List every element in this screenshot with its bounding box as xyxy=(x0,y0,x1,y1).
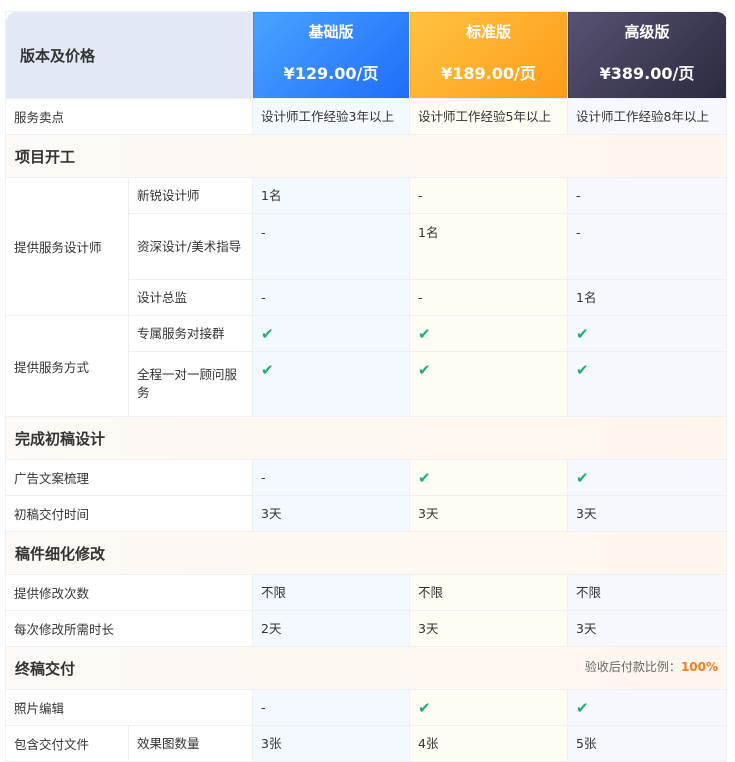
files-group-label: 包含交付文件 xyxy=(5,725,129,762)
row-label: 提供修改次数 xyxy=(4,574,254,611)
cell-standard: 3天 xyxy=(409,610,569,647)
section-final-delivery: 终稿交付 验收后付款比例：100% xyxy=(4,646,728,690)
row-sub-label: 设计总监 xyxy=(127,279,254,316)
cell-basic: - xyxy=(252,213,411,280)
cell-basic: 3张 xyxy=(252,725,411,762)
check-icon: ✔ xyxy=(409,689,569,726)
cell-advanced: 不限 xyxy=(567,574,728,611)
selling-point-standard: 设计师工作经验5年以上 xyxy=(409,98,569,135)
cell-advanced: 3天 xyxy=(567,495,728,532)
plan-advanced-header[interactable]: 高级版 ¥389.00/页 xyxy=(567,11,728,99)
selling-point-row: 服务卖点 设计师工作经验3年以上 设计师工作经验5年以上 设计师工作经验8年以上 xyxy=(4,98,728,135)
cell-advanced: - xyxy=(567,213,728,280)
cell-basic: 1名 xyxy=(252,177,411,214)
section-final-cell: 终稿交付 验收后付款比例：100% xyxy=(4,646,728,690)
row-label: 初稿交付时间 xyxy=(4,495,254,532)
cell-standard: - xyxy=(409,177,569,214)
version-price-label: 版本及价格 xyxy=(4,11,254,99)
row-sub-label: 新锐设计师 xyxy=(127,177,254,214)
table-row: 广告文案梳理 - ✔ ✔ xyxy=(4,459,728,496)
selling-point-basic: 设计师工作经验3年以上 xyxy=(252,98,411,135)
cell-advanced: - xyxy=(567,177,728,214)
plan-basic-name: 基础版 xyxy=(308,22,354,41)
section-title: 终稿交付 xyxy=(15,659,76,678)
check-icon: ✔ xyxy=(252,315,411,352)
table-row: 包含交付文件 效果图数量 3张 4张 5张 xyxy=(5,725,728,762)
plan-basic-price: ¥129.00/页 xyxy=(283,63,379,83)
pricing-table: 版本及价格 基础版 ¥129.00/页 标准版 ¥189.00/页 高级版 ¥3… xyxy=(4,11,728,762)
cell-standard: 4张 xyxy=(409,725,569,762)
cell-basic: - xyxy=(252,689,411,726)
section-title: 完成初稿设计 xyxy=(4,416,728,460)
payment-ratio-label: 验收后付款比例： xyxy=(584,659,681,674)
row-label: 广告文案梳理 xyxy=(4,459,254,496)
check-icon: ✔ xyxy=(409,351,569,417)
pricing-comparison: 版本及价格 基础版 ¥129.00/页 标准版 ¥189.00/页 高级版 ¥3… xyxy=(4,11,730,762)
cell-advanced: 1名 xyxy=(567,279,728,316)
plan-standard-header[interactable]: 标准版 ¥189.00/页 xyxy=(409,11,569,99)
cell-basic: 不限 xyxy=(252,574,411,611)
row-sub-label: 专属服务对接群 xyxy=(127,315,254,352)
check-icon: ✔ xyxy=(567,459,728,496)
cell-basic: 3天 xyxy=(252,495,411,532)
cell-standard: - xyxy=(409,279,569,316)
table-row: 初稿交付时间 3天 3天 3天 xyxy=(4,495,728,532)
section-title: 稿件细化修改 xyxy=(4,531,728,575)
selling-point-label: 服务卖点 xyxy=(4,98,254,135)
payment-ratio-value: 100% xyxy=(680,659,719,674)
table-row: 提供服务方式 专属服务对接群 ✔ ✔ ✔ xyxy=(5,315,728,417)
table-row: 每次修改所需时长 2天 3天 3天 xyxy=(4,610,728,647)
section-first-draft: 完成初稿设计 xyxy=(4,416,728,460)
plan-basic-header[interactable]: 基础版 ¥129.00/页 xyxy=(252,11,411,99)
payment-ratio-note: 验收后付款比例：100% xyxy=(585,658,718,675)
cell-basic: - xyxy=(252,279,411,316)
selling-point-advanced: 设计师工作经验8年以上 xyxy=(567,98,728,135)
cell-standard: 3天 xyxy=(409,495,569,532)
row-sub-label: 效果图数量 xyxy=(127,725,254,762)
designers-group-label: 提供服务设计师 xyxy=(5,177,129,316)
section-revision: 稿件细化修改 xyxy=(4,531,728,575)
row-sub-label: 资深设计/美术指导 xyxy=(127,213,254,280)
check-icon: ✔ xyxy=(567,351,728,417)
plan-standard-name: 标准版 xyxy=(466,22,512,41)
check-icon: ✔ xyxy=(567,689,728,726)
section-title: 项目开工 xyxy=(4,134,728,178)
plan-advanced-price: ¥389.00/页 xyxy=(599,63,695,83)
cell-advanced: 5张 xyxy=(567,725,728,762)
cell-basic: 2天 xyxy=(252,610,411,647)
plan-standard-price: ¥189.00/页 xyxy=(441,63,536,83)
row-label: 每次修改所需时长 xyxy=(4,610,254,647)
table-row: 提供服务设计师 新锐设计师 1名 - - xyxy=(5,177,728,316)
check-icon: ✔ xyxy=(409,459,569,496)
plan-advanced-name: 高级版 xyxy=(624,22,670,41)
table-row: 提供修改次数 不限 不限 不限 xyxy=(4,574,728,611)
check-icon: ✔ xyxy=(252,351,411,417)
table-row: 照片编辑 - ✔ ✔ xyxy=(4,689,728,726)
cell-standard: 1名 xyxy=(409,213,569,280)
row-label: 照片编辑 xyxy=(4,689,254,726)
cell-advanced: 3天 xyxy=(567,610,728,647)
check-icon: ✔ xyxy=(567,315,728,352)
service-mode-group-label: 提供服务方式 xyxy=(5,315,129,417)
section-project-start: 项目开工 xyxy=(4,134,728,178)
cell-standard: 不限 xyxy=(409,574,569,611)
check-icon: ✔ xyxy=(409,315,569,352)
cell-basic: - xyxy=(252,459,411,496)
row-sub-label: 全程一对一顾问服务 xyxy=(127,351,254,417)
